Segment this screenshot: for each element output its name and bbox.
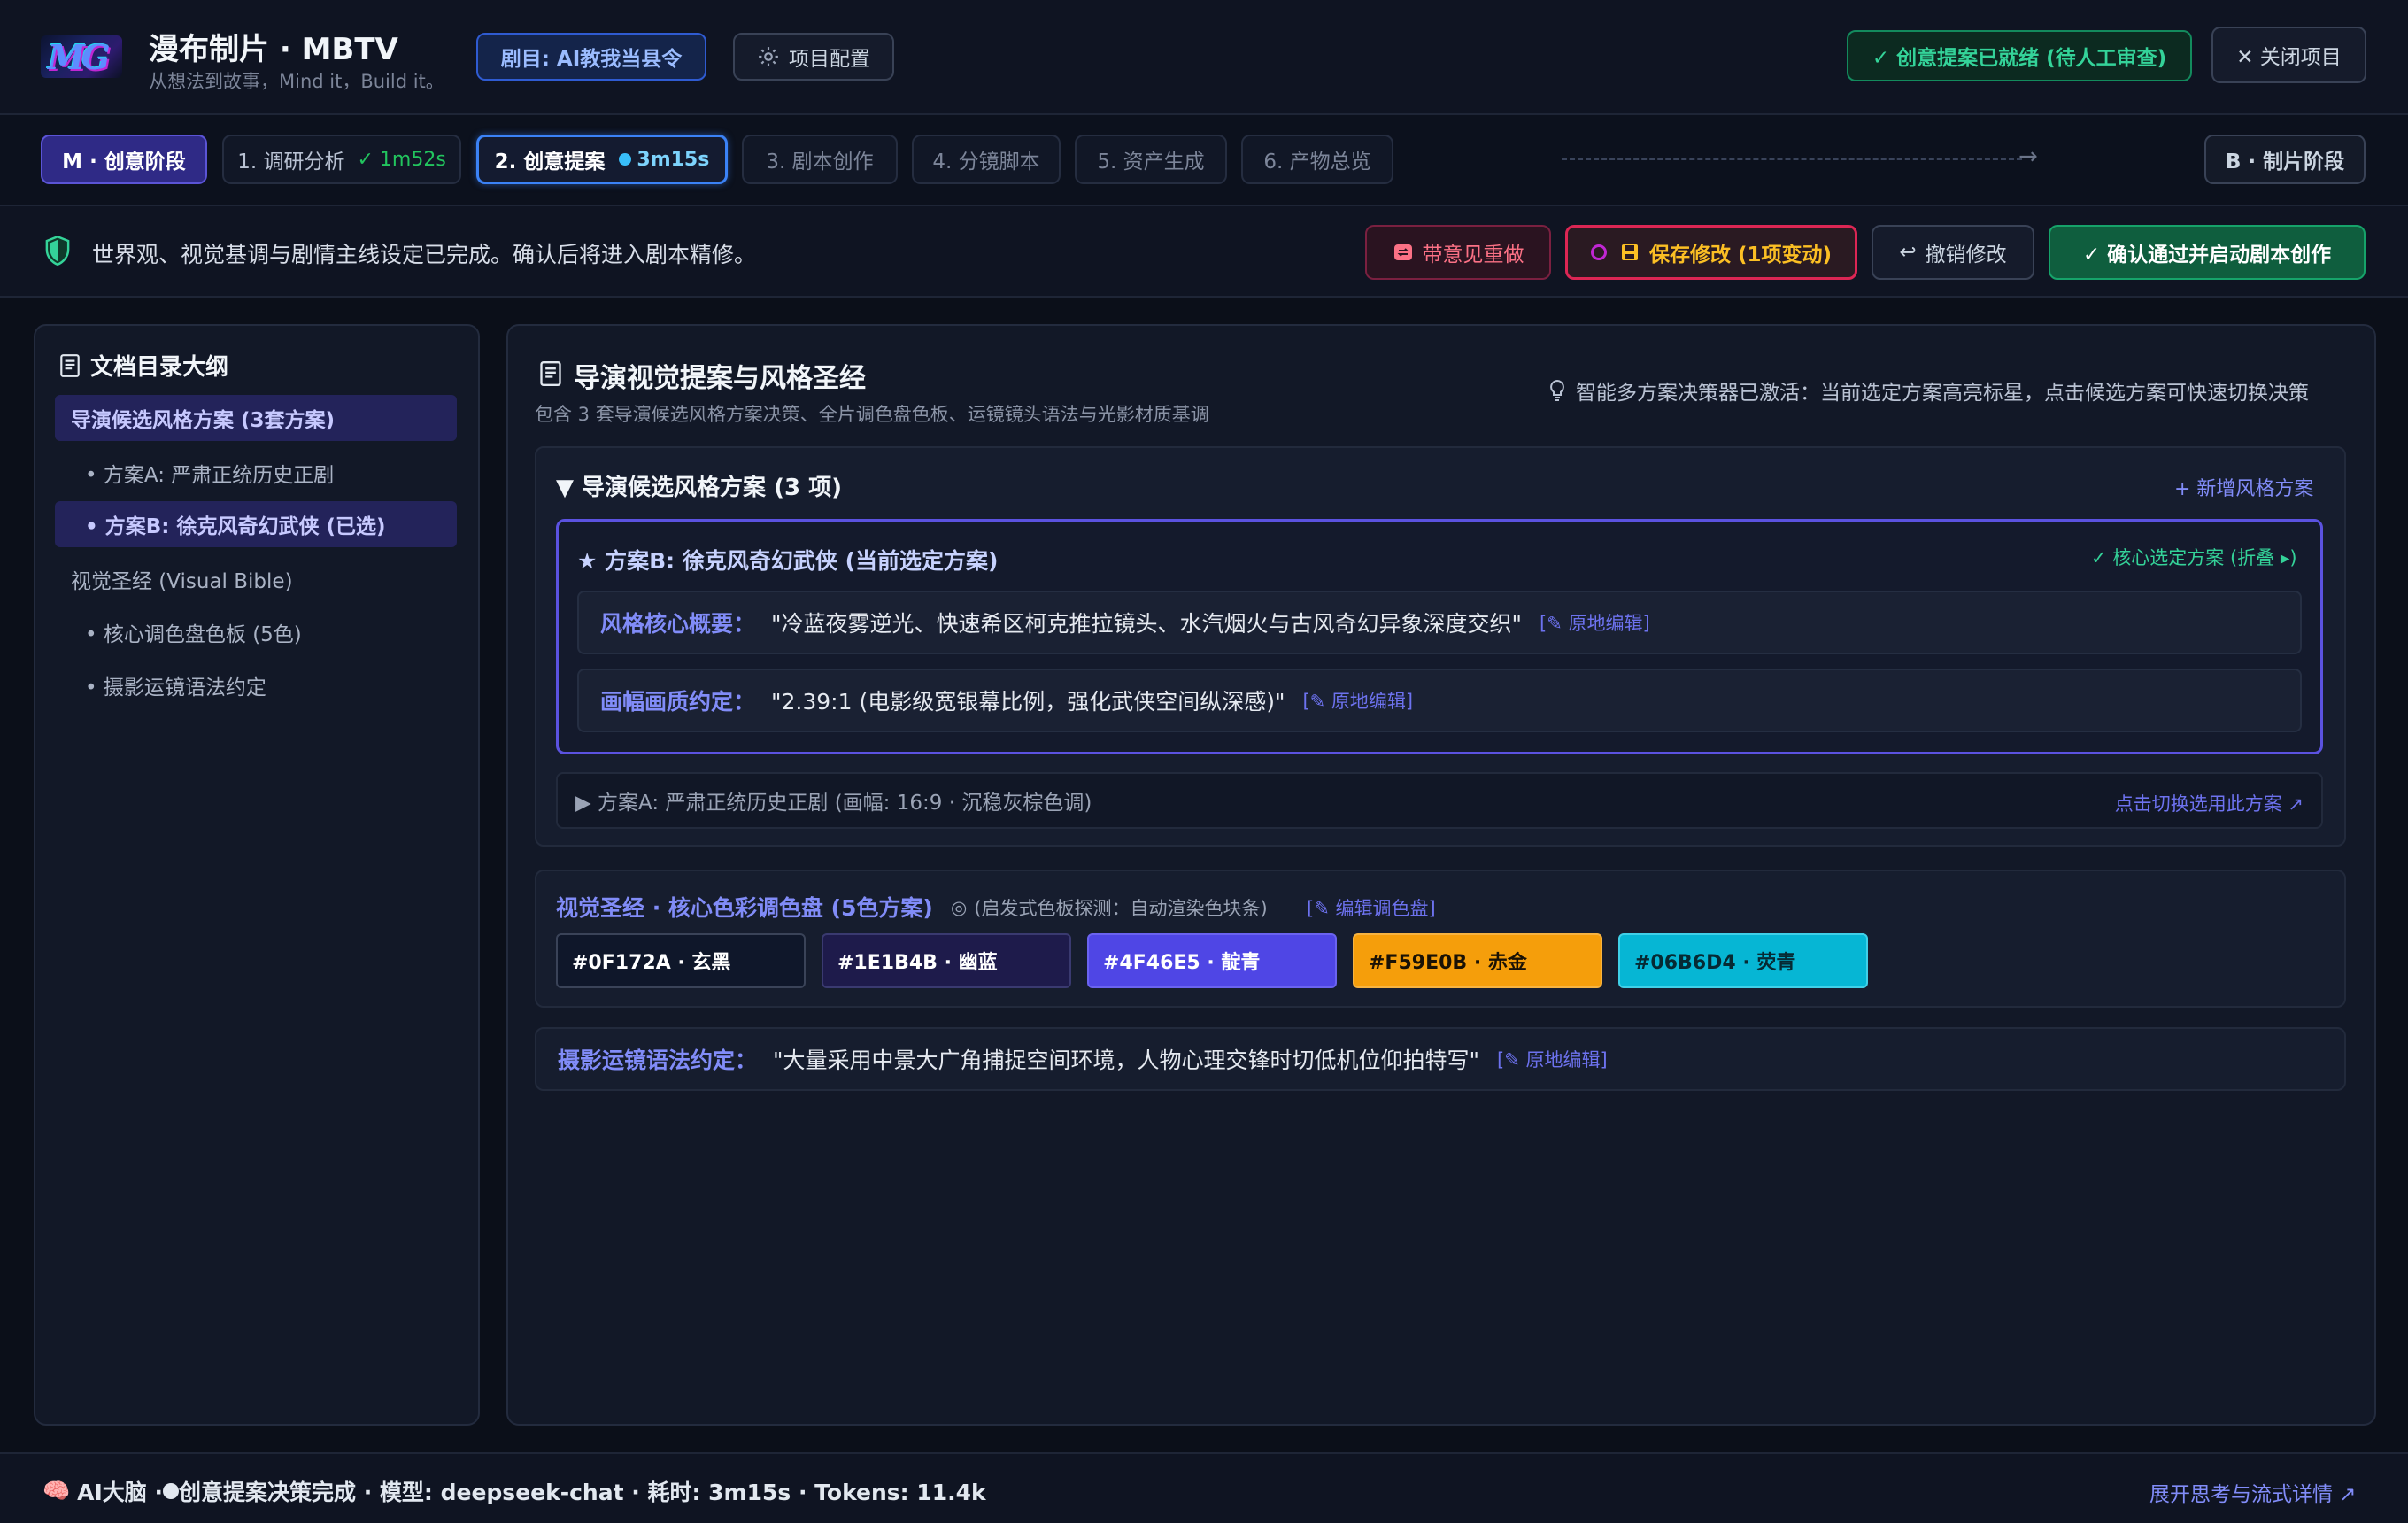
color-swatch[interactable]: #0F172A · 玄黑: [556, 933, 806, 988]
field-value: "大量采用中景大广角捕捉空间环境，人物心理交锋时切低机位仰拍特写": [773, 1048, 1480, 1073]
save-icon: [1621, 244, 1638, 260]
inline-edit-link[interactable]: [✎ 原地编辑]: [1540, 609, 1650, 636]
color-swatch[interactable]: #06B6D4 · 荧青: [1618, 933, 1868, 988]
style-options-toggle[interactable]: ▼ 导演候选风格方案 (3 项): [556, 469, 842, 502]
ai-status-text: 创意提案决策完成 · 模型: deepseek-chat · 耗时: 3m15s…: [179, 1480, 986, 1505]
project-config-button[interactable]: 项目配置: [733, 33, 894, 81]
app-logo: MG: [41, 35, 122, 78]
shield-icon: [45, 236, 70, 266]
close-project-button[interactable]: ✕ 关闭项目: [2211, 27, 2366, 83]
undo-button[interactable]: ↩ 撤销修改: [1872, 225, 2034, 280]
palette-title: 视觉圣经 · 核心色彩调色盘 (5色方案): [556, 895, 933, 921]
expand-details-link[interactable]: 展开思考与流式详情 ↗: [2149, 1477, 2357, 1507]
edit-palette-link[interactable]: [✎ 编辑调色盘]: [1307, 894, 1436, 921]
arrow-right-icon: →: [2018, 143, 2038, 170]
aspect-ratio-field: 画幅画质约定： "2.39:1 (电影级宽银幕比例，强化武侠空间纵深感)" [✎…: [577, 669, 2302, 732]
toc-item-palette[interactable]: • 核心调色盘色板 (5色): [55, 609, 457, 655]
document-icon: [60, 353, 80, 377]
toc-item-visual-bible[interactable]: 视觉圣经 (Visual Bible): [55, 556, 457, 602]
palette-note-text: (启发式色板探测：自动渲染色块条): [974, 898, 1268, 919]
selected-plan-collapse[interactable]: ✓ 核心选定方案 (折叠 ▸): [2091, 544, 2297, 570]
switch-plan-link[interactable]: 点击切换选用此方案 ↗: [2115, 790, 2304, 816]
save-label: 保存修改 (1项变动): [1648, 244, 1833, 267]
ai-status-prefix: AI大脑 ·: [77, 1480, 163, 1505]
field-label: 摄影运镜语法约定：: [558, 1048, 758, 1073]
redo-icon: [1393, 244, 1412, 260]
app-title: 漫布制片 · MBTV: [149, 32, 398, 67]
document-icon: [540, 361, 561, 386]
gear-icon: [759, 47, 778, 66]
field-label: 画幅画质约定：: [600, 689, 756, 715]
confirm-start-script-button[interactable]: ✓ 确认通过并启动剧本创作: [2049, 225, 2366, 280]
brain-icon: 🧠: [42, 1478, 71, 1504]
alternative-plan-row[interactable]: ▶ 方案A: 严肃正统历史正剧 (画幅: 16:9 · 沉稳灰棕色调) 点击切换…: [556, 772, 2323, 829]
project-config-label: 项目配置: [789, 48, 870, 71]
logo-mark: MG: [48, 37, 110, 77]
step-script[interactable]: 3. 剧本创作: [742, 135, 898, 184]
redo-label: 带意见重做: [1422, 244, 1524, 267]
page-title: 导演视觉提案与风格圣经: [574, 363, 866, 394]
lightbulb-icon: [1550, 379, 1564, 401]
field-value: "2.39:1 (电影级宽银幕比例，强化武侠空间纵深感)": [771, 689, 1285, 715]
toc-item-plan-a[interactable]: • 方案A: 严肃正统历史正剧: [55, 450, 457, 496]
redo-with-feedback-button[interactable]: 带意见重做: [1365, 225, 1551, 280]
ready-status-badge: ✓ 创意提案已就绪 (待人工审查): [1847, 30, 2192, 81]
page-subtitle: 包含 3 套导演候选风格方案决策、全片调色盘色板、运镜镜头语法与光影材质基调: [535, 404, 1209, 425]
selected-plan-title: ★ 方案B: 徐克风奇幻武侠 (当前选定方案): [577, 548, 999, 574]
step-overview[interactable]: 6. 产物总览: [1241, 135, 1393, 184]
inline-edit-link[interactable]: [✎ 原地编辑]: [1302, 687, 1413, 714]
ai-status: 🧠 AI大脑 · 创意提案决策完成 · 模型: deepseek-chat · …: [42, 1475, 986, 1507]
undo-label: 撤销修改: [1925, 244, 2007, 267]
style-summary-field: 风格核心概要： "冷蓝夜雾逆光、快速希区柯克推拉镜头、水汽烟火与古风奇幻异象深度…: [577, 591, 2302, 654]
m-stage-badge[interactable]: M · 创意阶段: [41, 135, 207, 184]
color-swatch[interactable]: #4F46E5 · 靛青: [1087, 933, 1337, 988]
field-value: "冷蓝夜雾逆光、快速希区柯克推拉镜头、水汽烟火与古风奇幻异象深度交织": [771, 611, 1523, 637]
toc-item-camera[interactable]: • 摄影运镜语法约定: [55, 662, 457, 708]
step-proposal[interactable]: 2. 创意提案 3m15s: [476, 135, 728, 184]
color-swatch[interactable]: #1E1B4B · 幽蓝: [822, 933, 1071, 988]
inline-edit-link[interactable]: [✎ 原地编辑]: [1497, 1046, 1608, 1072]
color-swatch[interactable]: #F59E0B · 赤金: [1353, 933, 1602, 988]
step-storyboard[interactable]: 4. 分镜脚本: [912, 135, 1061, 184]
stage-connector: [1562, 158, 2022, 160]
step-time: ✓ 1m52s: [357, 148, 446, 171]
camera-grammar-field: 摄影运镜语法约定： "大量采用中景大广角捕捉空间环境，人物心理交锋时切低机位仰拍…: [535, 1027, 2346, 1091]
action-message: 世界观、视觉基调与剧情主线设定已完成。确认后将进入剧本精修。: [92, 242, 757, 267]
app-subtitle: 从想法到故事，Mind it，Build it。: [149, 71, 444, 92]
decision-hint: 智能多方案决策器已激活：当前选定方案高亮标星，点击候选方案可快速切换决策: [1547, 375, 2309, 406]
toc-title-text: 文档目录大纲: [90, 354, 229, 381]
status-dot-icon: [163, 1483, 179, 1499]
toc-item-plan-b[interactable]: • 方案B: 徐克风奇幻武侠 (已选): [55, 501, 457, 547]
palette-icon: ◎: [951, 897, 968, 918]
step-time: 3m15s: [637, 148, 710, 171]
decision-hint-text: 智能多方案决策器已激活：当前选定方案高亮标星，点击候选方案可快速切换决策: [1576, 382, 2309, 405]
add-style-button[interactable]: + 新增风格方案: [2174, 473, 2313, 501]
pending-dot-icon: [1590, 244, 1607, 260]
active-dot-icon: [619, 153, 632, 166]
undo-icon: ↩: [1899, 241, 1917, 264]
save-changes-button[interactable]: 保存修改 (1项变动): [1565, 225, 1857, 280]
b-stage-badge[interactable]: B · 制片阶段: [2204, 135, 2366, 184]
drama-chip[interactable]: 剧目: AI教我当县令: [476, 33, 706, 81]
step-label: 2. 创意提案: [494, 151, 606, 174]
alternative-plan-label: ▶ 方案A: 严肃正统历史正剧 (画幅: 16:9 · 沉稳灰棕色调): [575, 792, 1092, 815]
toc-item-style-options[interactable]: 导演候选风格方案 (3套方案): [55, 395, 457, 441]
step-label: 1. 调研分析: [237, 151, 345, 174]
step-research[interactable]: 1. 调研分析 ✓ 1m52s: [222, 135, 461, 184]
toc-title: 文档目录大纲: [58, 349, 228, 382]
step-assets[interactable]: 5. 资产生成: [1075, 135, 1227, 184]
palette-note: ◎ (启发式色板探测：自动渲染色块条): [951, 894, 1268, 921]
field-label: 风格核心概要：: [600, 611, 756, 637]
